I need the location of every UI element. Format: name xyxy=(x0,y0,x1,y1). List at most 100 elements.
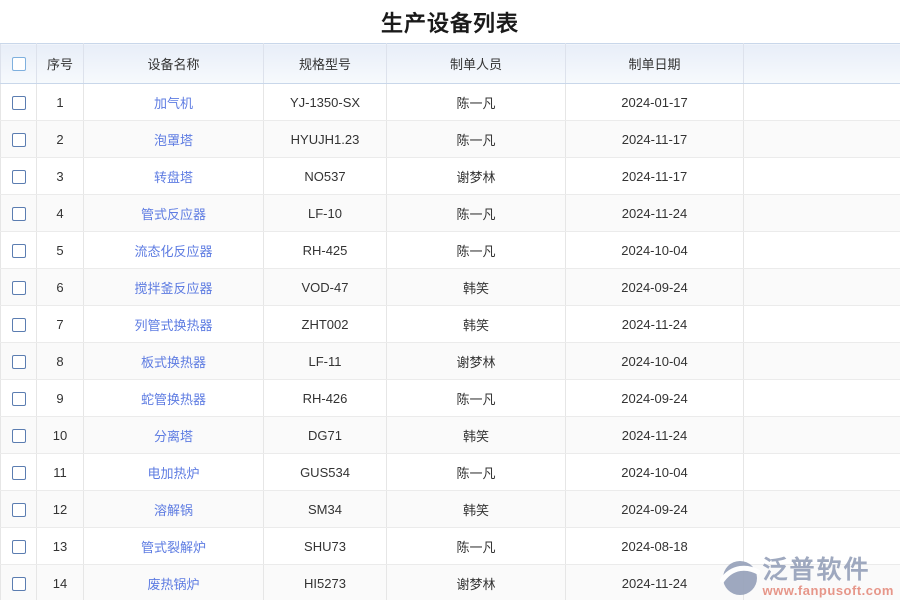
row-checkbox[interactable] xyxy=(12,96,26,110)
cell-empty xyxy=(744,121,900,158)
cell-spec: LF-10 xyxy=(264,195,387,232)
equipment-name-link[interactable]: 蛇管换热器 xyxy=(141,392,206,407)
row-checkbox[interactable] xyxy=(12,355,26,369)
cell-person: 谢梦林 xyxy=(387,158,566,195)
cell-empty xyxy=(744,306,900,343)
cell-date: 2024-09-24 xyxy=(566,380,744,417)
row-checkbox-cell xyxy=(1,269,37,306)
row-checkbox[interactable] xyxy=(12,318,26,332)
row-checkbox-cell xyxy=(1,454,37,491)
cell-date: 2024-08-18 xyxy=(566,528,744,565)
cell-date: 2024-09-24 xyxy=(566,491,744,528)
cell-spec: VOD-47 xyxy=(264,269,387,306)
equipment-name-link[interactable]: 电加热炉 xyxy=(147,466,199,481)
equipment-name-cell: 泡罩塔 xyxy=(84,121,264,158)
table-row: 3转盘塔NO537谢梦林2024-11-17 xyxy=(1,158,900,195)
cell-num: 6 xyxy=(37,269,84,306)
cell-empty xyxy=(744,380,900,417)
header-checkbox-cell xyxy=(1,44,37,84)
row-checkbox[interactable] xyxy=(12,540,26,554)
cell-spec: SM34 xyxy=(264,491,387,528)
column-header-empty xyxy=(744,44,900,84)
cell-num: 12 xyxy=(37,491,84,528)
row-checkbox[interactable] xyxy=(12,244,26,258)
cell-num: 13 xyxy=(37,528,84,565)
equipment-table: 序号 设备名称 规格型号 制单人员 制单日期 1加气机YJ-1350-SX陈一凡… xyxy=(0,43,900,600)
equipment-name-link[interactable]: 流态化反应器 xyxy=(134,244,212,259)
select-all-checkbox[interactable] xyxy=(12,57,26,71)
equipment-name-link[interactable]: 列管式换热器 xyxy=(134,318,212,333)
equipment-name-cell: 列管式换热器 xyxy=(84,306,264,343)
cell-num: 7 xyxy=(37,306,84,343)
equipment-name-cell: 管式裂解炉 xyxy=(84,528,264,565)
cell-empty xyxy=(744,158,900,195)
cell-empty xyxy=(744,84,900,121)
row-checkbox[interactable] xyxy=(12,429,26,443)
equipment-name-cell: 分离塔 xyxy=(84,417,264,454)
cell-date: 2024-09-24 xyxy=(566,269,744,306)
cell-person: 陈一凡 xyxy=(387,528,566,565)
cell-spec: RH-426 xyxy=(264,380,387,417)
row-checkbox-cell xyxy=(1,491,37,528)
cell-spec: ZHT002 xyxy=(264,306,387,343)
equipment-name-cell: 转盘塔 xyxy=(84,158,264,195)
cell-empty xyxy=(744,269,900,306)
cell-empty xyxy=(744,417,900,454)
cell-spec: GUS534 xyxy=(264,454,387,491)
cell-person: 韩笑 xyxy=(387,269,566,306)
cell-empty xyxy=(744,454,900,491)
equipment-name-link[interactable]: 泡罩塔 xyxy=(154,133,193,148)
row-checkbox-cell xyxy=(1,343,37,380)
cell-num: 2 xyxy=(37,121,84,158)
cell-person: 韩笑 xyxy=(387,306,566,343)
table-row: 8板式换热器LF-11谢梦林2024-10-04 xyxy=(1,343,900,380)
column-header-name: 设备名称 xyxy=(84,44,264,84)
row-checkbox[interactable] xyxy=(12,170,26,184)
cell-date: 2024-10-04 xyxy=(566,232,744,269)
row-checkbox[interactable] xyxy=(12,392,26,406)
equipment-name-link[interactable]: 溶解锅 xyxy=(154,503,193,518)
row-checkbox[interactable] xyxy=(12,466,26,480)
cell-num: 14 xyxy=(37,565,84,600)
cell-num: 10 xyxy=(37,417,84,454)
table-row: 9蛇管换热器RH-426陈一凡2024-09-24 xyxy=(1,380,900,417)
cell-date: 2024-11-24 xyxy=(566,417,744,454)
cell-person: 谢梦林 xyxy=(387,565,566,600)
equipment-name-link[interactable]: 转盘塔 xyxy=(154,170,193,185)
equipment-name-link[interactable]: 管式裂解炉 xyxy=(141,540,206,555)
row-checkbox-cell xyxy=(1,528,37,565)
cell-person: 谢梦林 xyxy=(387,343,566,380)
cell-num: 4 xyxy=(37,195,84,232)
equipment-name-link[interactable]: 管式反应器 xyxy=(141,207,206,222)
column-header-spec: 规格型号 xyxy=(264,44,387,84)
table-row: 11电加热炉GUS534陈一凡2024-10-04 xyxy=(1,454,900,491)
row-checkbox[interactable] xyxy=(12,577,26,591)
equipment-name-cell: 流态化反应器 xyxy=(84,232,264,269)
row-checkbox-cell xyxy=(1,158,37,195)
equipment-name-link[interactable]: 废热锅炉 xyxy=(147,577,199,592)
row-checkbox[interactable] xyxy=(12,207,26,221)
row-checkbox[interactable] xyxy=(12,281,26,295)
cell-person: 陈一凡 xyxy=(387,121,566,158)
cell-person: 韩笑 xyxy=(387,417,566,454)
row-checkbox[interactable] xyxy=(12,133,26,147)
cell-spec: SHU73 xyxy=(264,528,387,565)
row-checkbox-cell xyxy=(1,380,37,417)
table-row: 6 搅拌釜反应器 VOD-47韩笑2024-09-24 xyxy=(1,269,900,306)
equipment-name-link[interactable]: 加气机 xyxy=(154,96,193,111)
cell-person: 陈一凡 xyxy=(387,380,566,417)
cell-date: 2024-11-24 xyxy=(566,565,744,600)
cell-num: 8 xyxy=(37,343,84,380)
cell-date: 2024-01-17 xyxy=(566,84,744,121)
cell-spec: LF-11 xyxy=(264,343,387,380)
cell-date: 2024-11-24 xyxy=(566,195,744,232)
equipment-name-link[interactable]: 搅拌釜反应器 xyxy=(134,281,212,296)
equipment-name-link[interactable]: 分离塔 xyxy=(154,429,193,444)
equipment-name-cell: 加气机 xyxy=(84,84,264,121)
table-row: 1加气机YJ-1350-SX陈一凡2024-01-17 xyxy=(1,84,900,121)
cell-empty xyxy=(744,343,900,380)
column-header-date: 制单日期 xyxy=(566,44,744,84)
row-checkbox[interactable] xyxy=(12,503,26,517)
table-row: 14废热锅炉HI5273谢梦林2024-11-24 xyxy=(1,565,900,600)
equipment-name-link[interactable]: 板式换热器 xyxy=(141,355,206,370)
